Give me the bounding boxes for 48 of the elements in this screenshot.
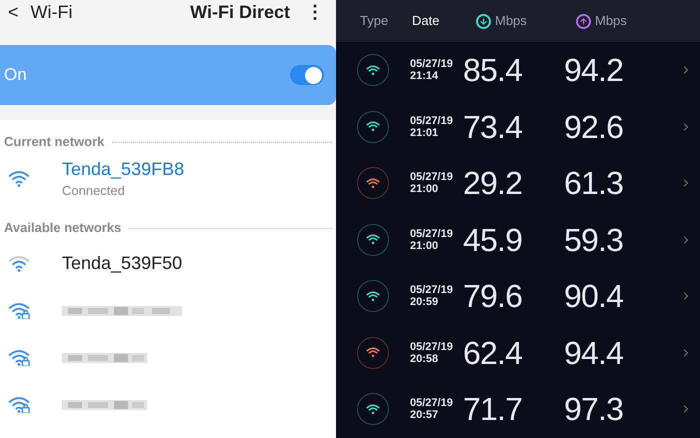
test-time: 21:14 [410,70,440,82]
test-date: 05/27/19 [410,171,454,184]
upload-speed: 61.3 [564,164,624,204]
upload-speed: 94.4 [564,334,624,373]
network-name: Tenda_539FB8 [62,158,184,180]
download-speed: 45.9 [463,220,524,260]
download-speed: 29.2 [463,164,524,204]
more-menu-button[interactable]: ⋮ [302,0,328,26]
test-time: 21:00 [410,183,440,196]
download-speed: 85.4 [463,51,524,90]
toggle-switch[interactable] [290,65,324,85]
column-header[interactable]: Date [412,11,476,31]
download-icon [476,14,491,28]
download-speed: 73.4 [463,108,524,147]
test-time: 21:00 [410,240,440,252]
test-time: 20:59 [410,296,440,308]
download-speed: 71.7 [463,390,524,430]
wifi-icon [8,170,30,188]
wifi-direct-button[interactable]: Wi-Fi Direct [190,0,290,26]
test-date: 05/27/19 [410,397,454,410]
upload-speed: 94.2 [564,51,624,90]
test-date: 05/27/19 [410,114,454,127]
test-time: 21:01 [410,126,440,139]
test-date: 05/27/19 [410,284,454,296]
network-item[interactable]: Tenda_539F50 [0,240,336,287]
test-time: 20:57 [410,409,440,422]
network-item[interactable]: Tenda_539FB8 Connected [0,154,336,204]
upload-icon [576,14,591,28]
test-date: 05/27/19 [410,58,454,70]
download-speed: 79.6 [463,277,524,316]
network-name: Tenda_539F50 [62,252,182,275]
toggle-label: On [4,64,28,86]
upload-speed: 97.3 [564,390,624,430]
upload-speed: 92.6 [564,108,624,147]
download-speed: 62.4 [463,334,524,373]
column-header[interactable]: Mbps [576,11,676,31]
test-time: 20:58 [410,352,440,365]
section-heading: Available networks [4,219,122,238]
column-header[interactable]: Mbps [476,11,576,31]
section-heading: Current network [4,133,104,152]
test-date: 05/27/19 [410,228,454,240]
back-button[interactable]: < [8,0,19,26]
test-date: 05/27/19 [410,340,454,353]
column-header[interactable]: Type [360,11,412,31]
upload-speed: 59.3 [564,220,624,260]
window-title: Wi-Fi [30,0,72,24]
network-status: Connected [62,182,126,200]
upload-speed: 90.4 [564,277,624,316]
